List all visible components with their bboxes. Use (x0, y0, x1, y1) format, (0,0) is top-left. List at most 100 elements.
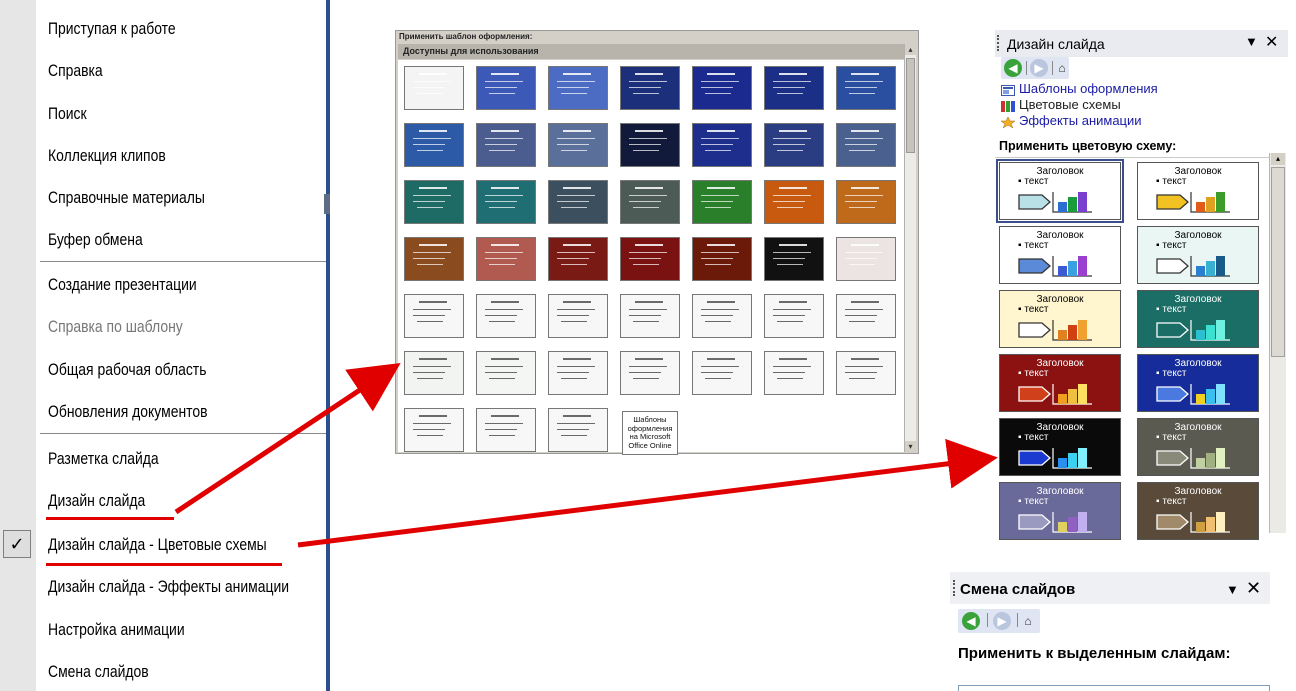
grip-icon[interactable] (953, 580, 957, 596)
dropdown-arrow-icon[interactable]: ▼ (1226, 582, 1239, 597)
template-thumbnail[interactable] (476, 294, 536, 338)
dropdown-arrow-icon[interactable]: ▼ (1245, 34, 1258, 49)
template-thumbnail[interactable] (620, 237, 680, 281)
template-thumbnail[interactable] (620, 294, 680, 338)
forward-icon[interactable]: ▶ (993, 612, 1011, 630)
template-thumbnail[interactable] (548, 180, 608, 224)
template-thumbnail[interactable] (764, 294, 824, 338)
template-thumbnail[interactable] (476, 180, 536, 224)
template-thumbnail[interactable] (548, 294, 608, 338)
back-icon[interactable]: ◀ (962, 612, 980, 630)
color-scheme-swatch[interactable]: Заголовок ▪ текст (1137, 290, 1259, 348)
template-thumbnail[interactable] (476, 351, 536, 395)
menu-item-clipboard[interactable]: Буфер обмена (48, 225, 278, 255)
color-scheme-swatch[interactable]: Заголовок ▪ текст (1137, 226, 1259, 284)
template-thumbnail[interactable] (548, 237, 608, 281)
template-thumbnail[interactable] (836, 351, 896, 395)
template-thumbnail[interactable] (404, 123, 464, 167)
menu-right-border (326, 0, 330, 691)
template-thumbnail[interactable] (836, 66, 896, 110)
color-scheme-swatch[interactable]: Заголовок ▪ текст (1137, 418, 1259, 476)
menu-item-slide-layout[interactable]: Разметка слайда (48, 444, 278, 474)
scheme-preview-icon (1156, 256, 1230, 277)
template-thumbnail[interactable] (404, 66, 464, 110)
nav-separator (1026, 61, 1027, 75)
color-scheme-swatch[interactable]: Заголовок ▪ текст (1137, 354, 1259, 412)
color-scheme-swatch[interactable]: Заголовок ▪ текст (999, 226, 1121, 284)
template-thumbnail[interactable] (548, 351, 608, 395)
template-thumbnail[interactable] (692, 123, 752, 167)
template-thumbnail[interactable] (404, 408, 464, 452)
close-icon[interactable]: ✕ (1246, 578, 1261, 599)
link-animation-schemes[interactable]: Эффекты анимации (1019, 113, 1142, 128)
scroll-thumb[interactable] (906, 58, 915, 153)
color-scheme-swatch[interactable]: Заголовок ▪ текст (999, 354, 1121, 412)
template-thumbnail[interactable] (476, 237, 536, 281)
template-thumbnail[interactable] (476, 123, 536, 167)
template-thumbnail[interactable] (548, 123, 608, 167)
scroll-down-icon[interactable]: ▾ (905, 441, 916, 452)
menu-item-slide-transition[interactable]: Смена слайдов (48, 657, 278, 687)
grip-icon[interactable] (997, 35, 1001, 51)
scroll-up-icon[interactable]: ▴ (1271, 153, 1285, 165)
link-color-schemes[interactable]: Цветовые схемы (1019, 97, 1121, 112)
template-thumbnail[interactable] (476, 408, 536, 452)
back-icon[interactable]: ◀ (1004, 59, 1022, 77)
template-thumbnail[interactable] (620, 123, 680, 167)
home-icon[interactable]: ⌂ (1053, 59, 1071, 77)
color-scheme-swatch[interactable]: Заголовок ▪ текст (1137, 162, 1259, 220)
template-thumbnail[interactable] (764, 180, 824, 224)
template-thumbnail[interactable] (404, 237, 464, 281)
scroll-up-icon[interactable]: ▴ (905, 44, 916, 55)
color-scheme-swatch[interactable]: Заголовок ▪ текст (999, 418, 1121, 476)
color-scheme-swatch[interactable]: Заголовок ▪ текст (999, 290, 1121, 348)
template-thumbnail[interactable] (620, 66, 680, 110)
menu-item-shared-workspace[interactable]: Общая рабочая область (48, 355, 278, 385)
template-thumbnail[interactable] (548, 66, 608, 110)
home-icon[interactable]: ⌂ (1019, 612, 1037, 630)
template-thumbnail[interactable] (764, 123, 824, 167)
menu-item-search[interactable]: Поиск (48, 99, 278, 129)
close-icon[interactable]: ✕ (1265, 32, 1278, 52)
menu-splitter-handle[interactable] (324, 194, 330, 214)
color-scheme-swatch[interactable]: Заголовок ▪ текст (996, 159, 1124, 223)
template-thumbnail[interactable] (404, 351, 464, 395)
color-scheme-swatch[interactable]: Заголовок ▪ текст (1137, 482, 1259, 540)
template-thumbnail[interactable] (764, 66, 824, 110)
template-thumbnail[interactable] (404, 294, 464, 338)
menu-item-slide-design[interactable]: Дизайн слайда (48, 486, 278, 516)
template-thumbnail[interactable] (692, 66, 752, 110)
template-thumbnail[interactable] (836, 123, 896, 167)
template-thumbnail[interactable] (620, 351, 680, 395)
template-thumbnail[interactable] (692, 351, 752, 395)
menu-item-getting-started[interactable]: Приступая к работе (48, 14, 278, 44)
template-thumbnail[interactable] (764, 351, 824, 395)
forward-icon[interactable]: ▶ (1030, 59, 1048, 77)
template-thumbnail[interactable] (836, 180, 896, 224)
template-thumbnail[interactable] (548, 408, 608, 452)
menu-item-slide-design-color-schemes[interactable]: Дизайн слайда - Цветовые схемы (48, 530, 278, 560)
template-thumbnail[interactable] (836, 237, 896, 281)
link-design-templates[interactable]: Шаблоны оформления (1019, 81, 1158, 96)
color-scheme-swatch[interactable]: Заголовок ▪ текст (999, 482, 1121, 540)
online-templates-link[interactable]: Шаблоны оформления на Microsoft Office O… (622, 411, 678, 455)
template-thumbnail[interactable] (692, 180, 752, 224)
menu-item-document-updates[interactable]: Обновления документов (48, 397, 278, 427)
menu-item-custom-animation[interactable]: Настройка анимации (48, 615, 278, 645)
template-thumbnail[interactable] (764, 237, 824, 281)
template-thumbnail[interactable] (404, 180, 464, 224)
menu-item-help[interactable]: Справка (48, 56, 278, 86)
vertical-scrollbar[interactable]: ▴ (1269, 153, 1286, 533)
menu-item-clip-art[interactable]: Коллекция клипов (48, 141, 278, 171)
template-thumbnail[interactable] (692, 294, 752, 338)
menu-item-slide-design-animation-schemes[interactable]: Дизайн слайда - Эффекты анимации (48, 572, 289, 602)
template-thumbnail[interactable] (692, 237, 752, 281)
transition-list[interactable] (958, 685, 1270, 691)
vertical-scrollbar[interactable]: ▴ ▾ (904, 44, 916, 452)
menu-item-new-presentation[interactable]: Создание презентации (48, 270, 278, 300)
template-thumbnail[interactable] (620, 180, 680, 224)
template-thumbnail[interactable] (476, 66, 536, 110)
scroll-thumb[interactable] (1271, 167, 1285, 357)
template-thumbnail[interactable] (836, 294, 896, 338)
menu-item-research[interactable]: Справочные материалы (48, 183, 278, 213)
